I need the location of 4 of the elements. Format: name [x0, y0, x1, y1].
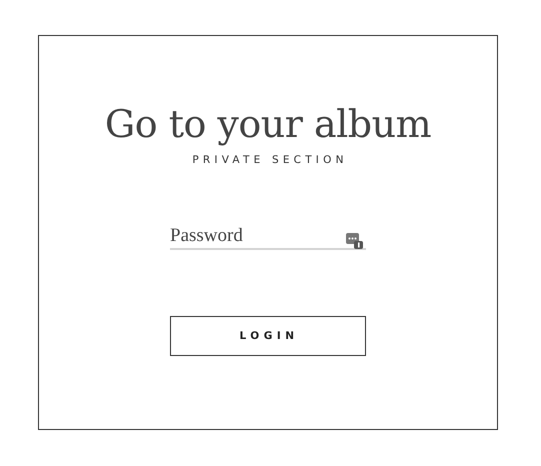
- login-button[interactable]: LOGIN: [170, 316, 366, 356]
- section-subtitle: PRIVATE SECTION: [191, 154, 348, 166]
- password-manager-icon[interactable]: [346, 232, 363, 249]
- page-title: Go to your album: [104, 101, 432, 148]
